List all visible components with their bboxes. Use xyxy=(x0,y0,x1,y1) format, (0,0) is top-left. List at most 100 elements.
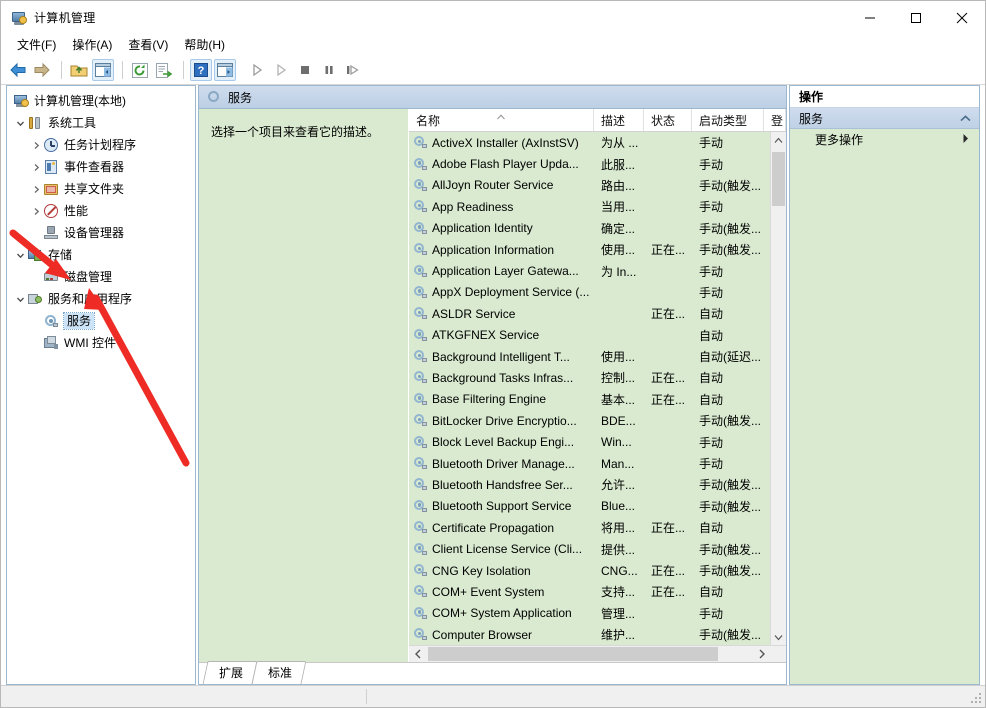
vertical-scroll-track[interactable] xyxy=(771,148,786,629)
export-list-icon[interactable] xyxy=(153,59,175,81)
table-row[interactable]: BitLocker Drive Encryptio... BDE... 手动(触发.… xyxy=(409,410,786,431)
table-row[interactable]: Client License Service (Cli... 提供... 手动(触发… xyxy=(409,538,786,559)
tab-standard[interactable]: 标准 xyxy=(251,661,307,684)
minimize-button[interactable] xyxy=(847,1,893,34)
table-row[interactable]: Application Layer Gatewa...为 In...手动本 xyxy=(409,260,786,281)
chevron-right-icon[interactable] xyxy=(29,163,43,172)
cell-startup-type: 手动 xyxy=(699,606,724,621)
service-name: App Readiness xyxy=(432,199,514,214)
back-icon[interactable] xyxy=(7,59,29,81)
menu-view[interactable]: 查看(V) xyxy=(120,34,176,56)
service-name: AppX Deployment Service (... xyxy=(432,285,590,300)
table-row[interactable]: ASLDR Service正在...自动本 xyxy=(409,303,786,324)
cell-description: CNG... xyxy=(601,563,638,578)
menu-action[interactable]: 操作(A) xyxy=(64,34,120,56)
table-row[interactable]: Background Intelligent T... 使用... 自动(延迟...… xyxy=(409,346,786,367)
tree-item-performance[interactable]: 性能 xyxy=(7,200,195,222)
service-name: Application Identity xyxy=(432,221,533,236)
chevron-right-icon[interactable] xyxy=(29,141,43,150)
up-folder-icon[interactable] xyxy=(68,59,90,81)
scroll-right-icon[interactable] xyxy=(753,646,770,662)
table-row[interactable]: Computer Browser维护...手动(触发...本 xyxy=(409,624,786,645)
table-row[interactable]: AppX Deployment Service (...手动本 xyxy=(409,282,786,303)
tree-item-computer-management[interactable]: 计算机管理(本地) xyxy=(7,90,195,112)
menu-file[interactable]: 文件(F) xyxy=(9,34,64,56)
scroll-down-icon[interactable] xyxy=(771,629,786,645)
chevron-down-icon[interactable] xyxy=(13,295,27,304)
close-button[interactable] xyxy=(939,1,985,34)
chevron-right-icon[interactable] xyxy=(29,207,43,216)
scrollbar-corner xyxy=(770,646,786,662)
resume-service-icon[interactable] xyxy=(270,59,292,81)
column-header-status[interactable]: 状态 xyxy=(644,109,692,131)
tree-item-storage[interactable]: 存储 xyxy=(7,244,195,266)
chevron-down-icon[interactable] xyxy=(13,119,27,128)
cell-name: BitLocker Drive Encryptio... xyxy=(409,413,594,428)
tree-item-device-manager[interactable]: 设备管理器 xyxy=(7,222,195,244)
table-row[interactable]: ATKGFNEX Service自动本 xyxy=(409,325,786,346)
cell-status: 正在... xyxy=(651,521,686,536)
cell-name: Application Identity xyxy=(409,221,594,236)
table-row[interactable]: AllJoyn Router Service路由...手动(触发...本 xyxy=(409,175,786,196)
table-row[interactable]: Background Tasks Infras...控制...正在...自动本 xyxy=(409,367,786,388)
resize-grip[interactable] xyxy=(971,693,983,705)
console-tree: 计算机管理(本地) 系统工具 任务计划程序 事件查看器 共享文件夹 性能 设备管… xyxy=(7,86,195,354)
service-description-placeholder: 选择一个项目来查看它的描述。 xyxy=(211,125,380,139)
chevron-right-icon[interactable] xyxy=(962,133,969,147)
tree-item-event-viewer[interactable]: 事件查看器 xyxy=(7,156,195,178)
restart-service-icon[interactable] xyxy=(342,59,364,81)
column-header-description[interactable]: 描述 xyxy=(594,109,644,131)
services-horizontal-scrollbar[interactable] xyxy=(409,645,786,662)
column-header-startup-type[interactable]: 启动类型 xyxy=(692,109,764,131)
horizontal-scroll-thumb[interactable] xyxy=(428,647,718,661)
show-action-pane-icon[interactable] xyxy=(214,59,236,81)
column-header-name[interactable]: 名称 xyxy=(409,109,594,131)
tree-item-wmi-control[interactable]: WMI 控件 xyxy=(7,332,195,354)
column-header-log-on-as[interactable]: 登 xyxy=(764,109,786,131)
service-icon xyxy=(413,477,428,492)
horizontal-scroll-track[interactable] xyxy=(426,646,753,662)
tab-extended[interactable]: 扩展 xyxy=(202,661,258,684)
cell-name: COM+ Event System xyxy=(409,584,594,599)
tree-item-disk-management[interactable]: 磁盘管理 xyxy=(7,266,195,288)
tree-item-shared-folders[interactable]: 共享文件夹 xyxy=(7,178,195,200)
tree-item-system-tools[interactable]: 系统工具 xyxy=(7,112,195,134)
refresh-icon[interactable] xyxy=(129,59,151,81)
table-row[interactable]: Bluetooth Support Service Blue... 手动(触发...… xyxy=(409,496,786,517)
start-service-icon[interactable] xyxy=(246,59,268,81)
shared-folders-icon xyxy=(43,181,59,197)
table-row[interactable]: Block Level Backup Engi...Win...手动本 xyxy=(409,431,786,452)
menu-help[interactable]: 帮助(H) xyxy=(176,34,233,56)
action-item-more-actions[interactable]: 更多操作 xyxy=(790,129,979,150)
tree-item-services-and-applications[interactable]: 服务和应用程序 xyxy=(7,288,195,310)
scroll-up-icon[interactable] xyxy=(771,132,786,148)
table-row[interactable]: ActiveX Installer (AxInstSV)为从 ...手动本 xyxy=(409,132,786,153)
chevron-down-icon[interactable] xyxy=(13,251,27,260)
chevron-up-icon[interactable] xyxy=(960,111,971,125)
table-row[interactable]: Bluetooth Driver Manage...Man...手动本 xyxy=(409,453,786,474)
table-row[interactable]: Bluetooth Handsfree Ser...允许...手动(触发...本 xyxy=(409,474,786,495)
table-row[interactable]: COM+ System Application管理...手动本 xyxy=(409,603,786,624)
table-row[interactable]: CNG Key IsolationCNG...正在...手动(触发...本 xyxy=(409,560,786,581)
table-row[interactable]: Base Filtering Engine基本...正在...自动本 xyxy=(409,389,786,410)
table-row[interactable]: Application Information 使用... 正在... 手动(触发..… xyxy=(409,239,786,260)
help-icon[interactable]: ? xyxy=(190,59,212,81)
table-row[interactable]: Application Identity确定...手动(触发...本 xyxy=(409,218,786,239)
table-row[interactable]: App Readiness当用...手动本 xyxy=(409,196,786,217)
stop-service-icon[interactable] xyxy=(294,59,316,81)
pause-service-icon[interactable] xyxy=(318,59,340,81)
table-row[interactable]: COM+ Event System支持...正在...自动本 xyxy=(409,581,786,602)
maximize-button[interactable] xyxy=(893,1,939,34)
chevron-right-icon[interactable] xyxy=(29,185,43,194)
tree-item-task-scheduler[interactable]: 任务计划程序 xyxy=(7,134,195,156)
services-vertical-scrollbar[interactable] xyxy=(770,132,786,645)
table-row[interactable]: Certificate Propagation将用...正在...自动本 xyxy=(409,517,786,538)
vertical-scroll-thumb[interactable] xyxy=(772,152,785,206)
scroll-left-icon[interactable] xyxy=(409,646,426,662)
service-icon xyxy=(413,392,428,407)
tree-item-services[interactable]: 服务 xyxy=(7,310,195,332)
forward-icon[interactable] xyxy=(31,59,53,81)
show-hide-tree-icon[interactable] xyxy=(92,59,114,81)
table-row[interactable]: Adobe Flash Player Upda...此服...手动本 xyxy=(409,153,786,174)
actions-group-services[interactable]: 服务 xyxy=(790,108,979,129)
